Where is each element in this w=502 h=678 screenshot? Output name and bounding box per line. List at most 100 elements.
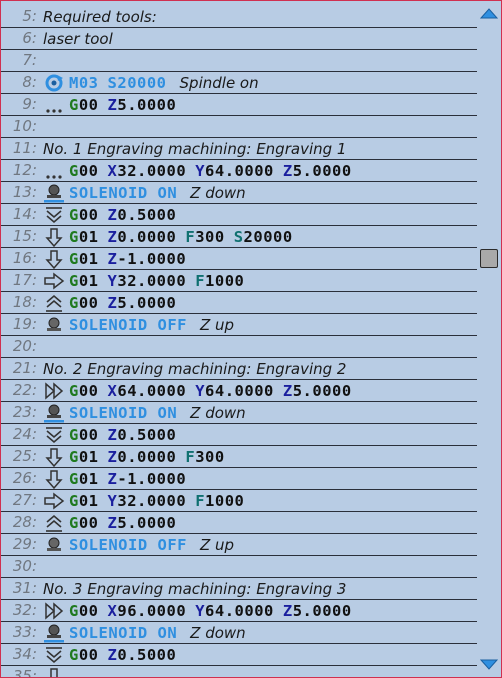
line-content: G01 Z-1.0000 — [43, 468, 195, 489]
gcode-address: G — [69, 293, 79, 312]
line-content: SOLENOID ON Z down — [43, 182, 246, 203]
gcode-address: X — [107, 161, 118, 180]
gcode-value: ON — [147, 623, 178, 642]
gcode-word: Z0.5000 — [108, 646, 177, 664]
gcode-address: G — [69, 95, 79, 114]
code-line[interactable]: 22: G00 X64.0000 Y64.0000 Z5.0000 — [1, 380, 477, 402]
code-line[interactable]: 20: — [1, 336, 477, 358]
line-content: G00 X32.0000 Y64.0000 Z5.0000 — [43, 160, 361, 181]
code-line[interactable]: 5: Required tools: — [1, 6, 477, 28]
solenoid-on-icon — [43, 182, 69, 203]
code-line[interactable]: 17: G01 Y32.0000 F1000 — [1, 270, 477, 292]
code-line[interactable]: 29: SOLENOID OFF Z up — [1, 534, 477, 556]
code-line[interactable]: 7: — [1, 50, 477, 72]
gcode-word: G00 — [69, 206, 99, 224]
gcode-address: S — [233, 227, 244, 246]
inline-note: Z down — [190, 623, 246, 642]
line-number: 25: — [12, 447, 37, 465]
gcode-address: F — [195, 491, 206, 510]
code-line[interactable]: 12: G00 X32.0000 Y64.0000 Z5.0000 — [1, 160, 477, 182]
line-content: SOLENOID OFF Z up — [43, 534, 234, 555]
scroll-up-arrow-icon[interactable] — [480, 7, 498, 19]
code-line[interactable]: 6: laser tool — [1, 28, 477, 50]
line-content: G00 Z0.5000 — [43, 204, 185, 225]
gcode-value: 00 — [78, 381, 99, 400]
gcode-editor[interactable]: 5: Required tools: 6: laser tool 7: 8: M03 S200… — [0, 0, 502, 678]
rapid-up-icon — [43, 292, 69, 313]
gcode-word: G01 — [69, 272, 99, 290]
code-line[interactable]: 19: SOLENOID OFF Z up — [1, 314, 477, 336]
gcode-lines: 5: Required tools: 6: laser tool 7: 8: M03 S200… — [1, 6, 477, 677]
scroll-down-arrow-icon[interactable] — [480, 659, 498, 671]
code-line[interactable]: 24: G00 Z0.5000 — [1, 424, 477, 446]
gcode-word: G00 — [69, 294, 99, 312]
line-content: G01 Y32.0000 F1000 — [43, 490, 253, 511]
gcode-word: Y64.0000 — [195, 162, 274, 180]
line-content: G01 Z0.0000 F300 — [43, 446, 234, 467]
line-number: 11: — [12, 139, 37, 157]
gcode-address: Z — [107, 447, 118, 466]
code-line[interactable]: 10: — [1, 116, 477, 138]
gcode-value: 64.0000 — [205, 381, 274, 400]
gcode-value: 20000 — [117, 73, 167, 92]
code-line[interactable]: 11: No. 1 Engraving machining: Engraving … — [1, 138, 477, 160]
code-line[interactable]: 32: G00 X96.0000 Y64.0000 Z5.0000 — [1, 600, 477, 622]
gcode-address: X — [107, 381, 118, 400]
feed-down-icon — [43, 666, 69, 677]
code-line[interactable]: 31: No. 3 Engraving machining: Engraving … — [1, 578, 477, 600]
gcode-value: 00 — [78, 161, 99, 180]
code-line[interactable]: 30: — [1, 556, 477, 578]
code-line[interactable]: 18: G00 Z5.0000 — [1, 292, 477, 314]
gcode-value: 64.0000 — [205, 601, 274, 620]
code-line[interactable]: 15: G01 Z0.0000 F300 S20000 — [1, 226, 477, 248]
gcode-word: G00 — [69, 96, 99, 114]
code-line[interactable]: 13: SOLENOID ON Z down — [1, 182, 477, 204]
gcode-word: G00 — [69, 426, 99, 444]
code-line[interactable]: 35: — [1, 666, 477, 677]
code-line[interactable]: 8: M03 S20000 Spindle on — [1, 72, 477, 94]
gcode-address: G — [69, 491, 79, 510]
gcode-word: G01 — [69, 492, 99, 510]
code-line[interactable]: 33: SOLENOID ON Z down — [1, 622, 477, 644]
line-content: G00 Z5.0000 — [43, 94, 185, 115]
code-line[interactable]: 16: G01 Z-1.0000 — [1, 248, 477, 270]
feed-down-icon — [43, 248, 69, 269]
comment-text: laser tool — [43, 29, 113, 48]
line-number: 16: — [12, 249, 37, 267]
code-line[interactable]: 14: G00 Z0.5000 — [1, 204, 477, 226]
gcode-value: 20000 — [243, 227, 293, 246]
gcode-word: X64.0000 — [108, 382, 187, 400]
line-number: 9: — [22, 95, 37, 113]
gcode-word: Z5.0000 — [283, 602, 352, 620]
vertical-scrollbar[interactable] — [477, 1, 501, 677]
line-content: No. 2 Engraving machining: Engraving 2 — [43, 358, 346, 379]
code-line[interactable]: 28: G00 Z5.0000 — [1, 512, 477, 534]
gcode-word: M03 — [69, 74, 99, 92]
code-line[interactable]: 34: G00 Z0.5000 — [1, 644, 477, 666]
solenoid-off-icon — [43, 314, 69, 335]
gcode-value: 5.0000 — [292, 381, 352, 400]
code-line[interactable]: 23: SOLENOID ON Z down — [1, 402, 477, 424]
inline-note: Z up — [199, 315, 235, 334]
gcode-address: F — [185, 227, 196, 246]
feed-right-icon — [43, 270, 69, 291]
gcode-address: G — [69, 249, 79, 268]
line-number: 19: — [12, 315, 37, 333]
gcode-address: Z — [107, 293, 118, 312]
gcode-value: 00 — [78, 425, 99, 444]
gcode-value: 64.0000 — [117, 381, 187, 400]
gcode-value: 1000 — [205, 271, 245, 290]
code-line[interactable]: 26: G01 Z-1.0000 — [1, 468, 477, 490]
code-line[interactable]: 9: G00 Z5.0000 — [1, 94, 477, 116]
gcode-address: Z — [107, 645, 118, 664]
code-line[interactable]: 25: G01 Z0.0000 F300 — [1, 446, 477, 468]
gcode-word: Y64.0000 — [195, 602, 274, 620]
scrollbar-thumb[interactable] — [480, 249, 498, 268]
gcode-address: Y — [195, 381, 206, 400]
gcode-value: -1.0000 — [117, 249, 187, 268]
gcode-word: Z5.0000 — [108, 514, 177, 532]
code-line[interactable]: 21: No. 2 Engraving machining: Engraving … — [1, 358, 477, 380]
gcode-value: 00 — [78, 293, 99, 312]
line-content: laser tool — [43, 28, 113, 49]
code-line[interactable]: 27: G01 Y32.0000 F1000 — [1, 490, 477, 512]
